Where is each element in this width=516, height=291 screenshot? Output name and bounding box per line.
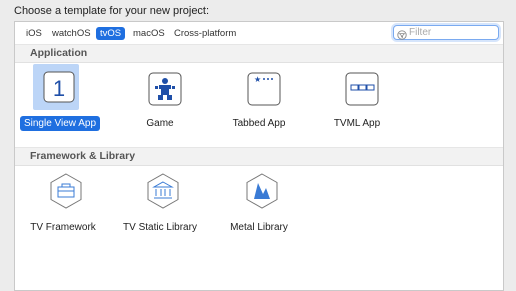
- template-label: TV Framework: [30, 222, 96, 233]
- tab-tvos[interactable]: tvOS: [96, 27, 126, 40]
- game-icon: [143, 71, 187, 115]
- filter-input[interactable]: [409, 26, 495, 38]
- tab-ios[interactable]: iOS: [22, 27, 46, 40]
- tab-macos[interactable]: macOS: [129, 27, 169, 40]
- template-label: Metal Library: [230, 222, 288, 233]
- template-label: TVML App: [333, 118, 381, 129]
- tab-cross-platform[interactable]: Cross-platform: [170, 27, 240, 40]
- section-header-application: Application: [15, 44, 503, 63]
- svg-text:★: ★: [254, 75, 261, 84]
- template-panel: iOS watchOS tvOS macOS Cross-platform Ap…: [14, 21, 504, 291]
- filter-field[interactable]: [393, 25, 499, 40]
- template-label: Game: [146, 118, 174, 129]
- template-label: Single View App: [19, 116, 101, 131]
- dialog-heading: Choose a template for your new project:: [14, 5, 210, 17]
- template-label: TV Static Library: [123, 222, 197, 233]
- platform-tabbar: iOS watchOS tvOS macOS Cross-platform: [15, 22, 503, 45]
- section-header-framework-library: Framework & Library: [15, 147, 503, 166]
- tvml-app-icon: [340, 71, 384, 115]
- template-label: Tabbed App: [232, 118, 286, 129]
- svg-text:1: 1: [53, 76, 65, 101]
- framework-icon: [44, 172, 88, 216]
- metal-library-icon: [240, 172, 284, 216]
- static-library-icon: [141, 172, 185, 216]
- tab-watchos[interactable]: watchOS: [48, 27, 95, 40]
- tabbed-app-icon: ★: [242, 71, 286, 115]
- filter-icon: [397, 27, 407, 45]
- single-view-icon: 1: [37, 68, 81, 112]
